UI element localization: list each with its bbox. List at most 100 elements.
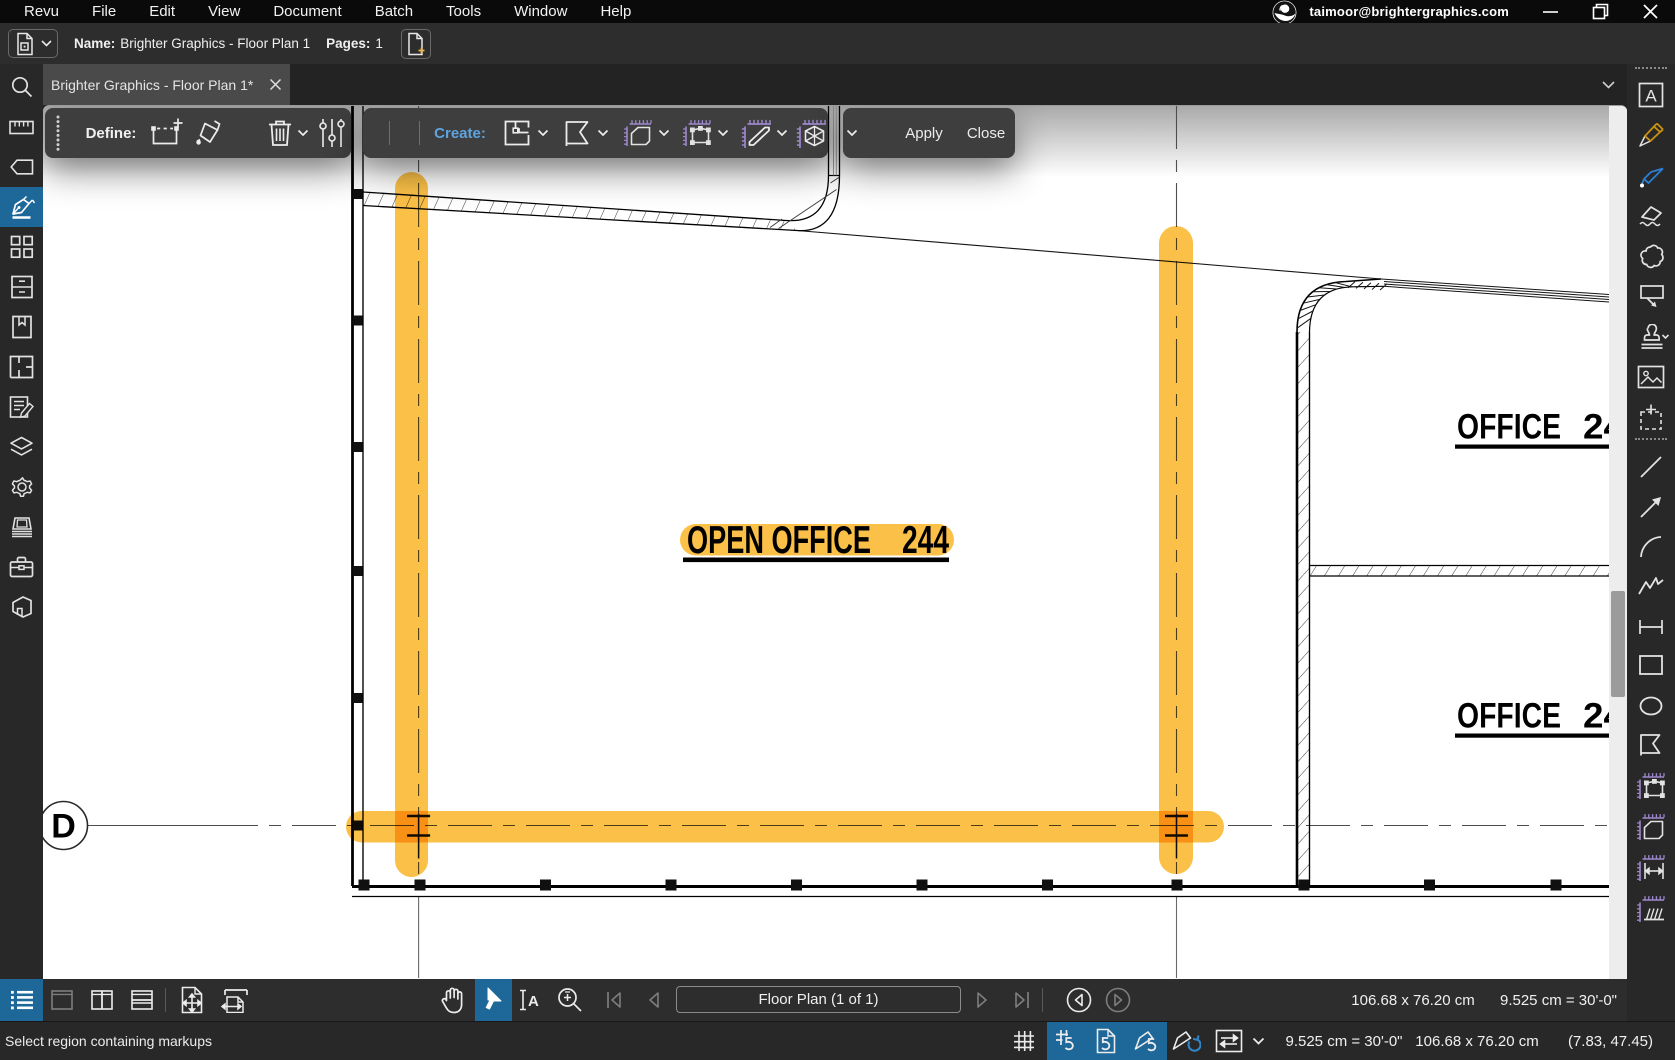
tool-pen[interactable] — [1627, 157, 1675, 195]
create-polygon-button[interactable] — [559, 108, 595, 158]
tool-measure-length[interactable] — [1627, 849, 1675, 887]
tool-arc[interactable] — [1627, 528, 1675, 566]
tool-measure-wall[interactable] — [1627, 890, 1675, 928]
tool-ellipse[interactable] — [1627, 687, 1675, 725]
grid-toggle-button[interactable] — [1008, 1022, 1040, 1060]
menu-batch[interactable]: Batch — [375, 0, 413, 23]
snap-to-markup-button[interactable] — [1127, 1022, 1167, 1060]
create-space-button[interactable] — [499, 108, 535, 158]
last-page-button[interactable] — [1009, 979, 1035, 1021]
insert-page-button[interactable] — [401, 29, 431, 59]
sidebar-item-markup-tools[interactable] — [0, 187, 43, 227]
previous-page-button[interactable] — [641, 979, 667, 1021]
create-space-chevron[interactable] — [535, 108, 551, 158]
measure-area-chevron[interactable] — [656, 108, 672, 158]
tool-polyline[interactable] — [1627, 567, 1675, 605]
tool-highlighter[interactable] — [1627, 116, 1675, 154]
menu-edit[interactable]: Edit — [149, 0, 175, 23]
create-polygon-chevron[interactable] — [595, 108, 611, 158]
space-settings-button[interactable] — [315, 108, 349, 158]
tool-text-box[interactable]: A — [1627, 76, 1675, 114]
sync-views-button[interactable] — [1212, 1022, 1246, 1060]
menu-file[interactable]: File — [92, 0, 116, 23]
sidebar-item-layers[interactable] — [0, 427, 43, 467]
sidebar-item-markup-list[interactable] — [0, 387, 43, 427]
toolbar-overflow-chevron[interactable] — [844, 108, 860, 158]
next-page-button[interactable] — [969, 979, 995, 1021]
toolbar-drag-handle[interactable] — [52, 108, 64, 158]
tool-stamp[interactable] — [1627, 319, 1675, 357]
tool-arrow[interactable] — [1627, 488, 1675, 526]
sidebar-item-file-access[interactable] — [0, 267, 43, 307]
menu-tools[interactable]: Tools — [446, 0, 481, 23]
tool-eraser[interactable] — [1627, 197, 1675, 235]
pan-button[interactable] — [438, 979, 468, 1021]
define-space-button[interactable] — [148, 108, 186, 158]
fit-width-button[interactable] — [219, 979, 249, 1021]
sidebar-item-search[interactable] — [0, 67, 43, 107]
delete-markup-button[interactable] — [264, 108, 296, 158]
first-page-button[interactable] — [601, 979, 627, 1021]
tool-cloud[interactable] — [1627, 237, 1675, 275]
drawing-canvas[interactable]: OPEN OFFICE 244 OFFICE 24 OFFICE 24 D — [43, 105, 1627, 979]
sidebar-item-tool-chest[interactable] — [0, 547, 43, 587]
select-text-button[interactable]: A — [516, 979, 546, 1021]
menu-window[interactable]: Window — [514, 0, 567, 23]
split-horizontal-button[interactable] — [131, 979, 153, 1021]
sidebar-item-sets[interactable] — [0, 507, 43, 547]
measure-rectangle-button[interactable] — [679, 108, 715, 158]
zoom-button[interactable] — [555, 979, 585, 1021]
measure-area-button[interactable] — [620, 108, 656, 158]
page-field[interactable]: Floor Plan (1 of 1) — [676, 986, 961, 1013]
apply-button[interactable]: Apply — [894, 108, 954, 158]
reuse-markup-button[interactable] — [1168, 1022, 1204, 1060]
restore-icon[interactable] — [1575, 0, 1625, 23]
sidebar-item-flags[interactable] — [0, 147, 43, 187]
markup-list-toggle-button[interactable] — [0, 979, 43, 1021]
sidebar-item-measure[interactable] — [0, 107, 43, 147]
menu-help[interactable]: Help — [600, 0, 631, 23]
minimize-icon[interactable] — [1525, 0, 1575, 23]
status-options-chevron[interactable] — [1248, 1022, 1268, 1060]
close-icon[interactable] — [1625, 0, 1675, 23]
scrollbar-thumb[interactable] — [1611, 591, 1625, 697]
tab-floor-plan[interactable]: Brighter Graphics - Floor Plan 1* — [43, 64, 290, 105]
tab-overflow-chevron-icon[interactable] — [1602, 64, 1615, 105]
measure-3d-button[interactable] — [793, 108, 829, 158]
sidebar-item-properties[interactable] — [0, 467, 43, 507]
menu-revu[interactable]: Revu — [24, 0, 59, 23]
highlight-markups[interactable] — [346, 172, 1224, 877]
single-pane-button[interactable] — [51, 979, 73, 1021]
delete-options-chevron[interactable] — [295, 108, 311, 158]
snap-to-content-button[interactable] — [1087, 1022, 1127, 1060]
tool-measure-polygon[interactable] — [1627, 808, 1675, 846]
sidebar-item-studio[interactable] — [0, 587, 43, 627]
measure-rectangle-chevron[interactable] — [715, 108, 731, 158]
tool-line[interactable] — [1627, 448, 1675, 486]
split-vertical-button[interactable] — [91, 979, 113, 1021]
vertical-scrollbar[interactable] — [1609, 105, 1627, 979]
tool-dimension[interactable] — [1627, 608, 1675, 646]
previous-view-button[interactable] — [1065, 979, 1093, 1021]
tool-polygon[interactable] — [1627, 726, 1675, 764]
format-paint-button[interactable] — [189, 108, 227, 158]
page-position-button[interactable] — [179, 979, 205, 1021]
select-button[interactable] — [475, 979, 512, 1021]
account-email[interactable]: taimoor@brightergraphics.com — [1309, 4, 1509, 19]
close-button[interactable]: Close — [956, 108, 1016, 158]
tool-callout[interactable] — [1627, 277, 1675, 315]
measure-volume-button[interactable] — [738, 108, 774, 158]
measure-volume-chevron[interactable] — [774, 108, 790, 158]
sidebar-item-bookmarks[interactable] — [0, 307, 43, 347]
tool-image[interactable] — [1627, 358, 1675, 396]
menu-document[interactable]: Document — [273, 0, 341, 23]
sidebar-item-thumbnails[interactable] — [0, 227, 43, 267]
tool-measure-rectangle[interactable] — [1627, 767, 1675, 805]
tab-close-icon[interactable] — [260, 64, 290, 105]
tool-rectangle[interactable] — [1627, 646, 1675, 684]
tool-snapshot[interactable] — [1627, 399, 1675, 437]
menu-view[interactable]: View — [208, 0, 240, 23]
file-menu-button[interactable] — [8, 29, 58, 58]
next-view-button[interactable] — [1104, 979, 1132, 1021]
snap-to-grid-button[interactable] — [1047, 1022, 1087, 1060]
